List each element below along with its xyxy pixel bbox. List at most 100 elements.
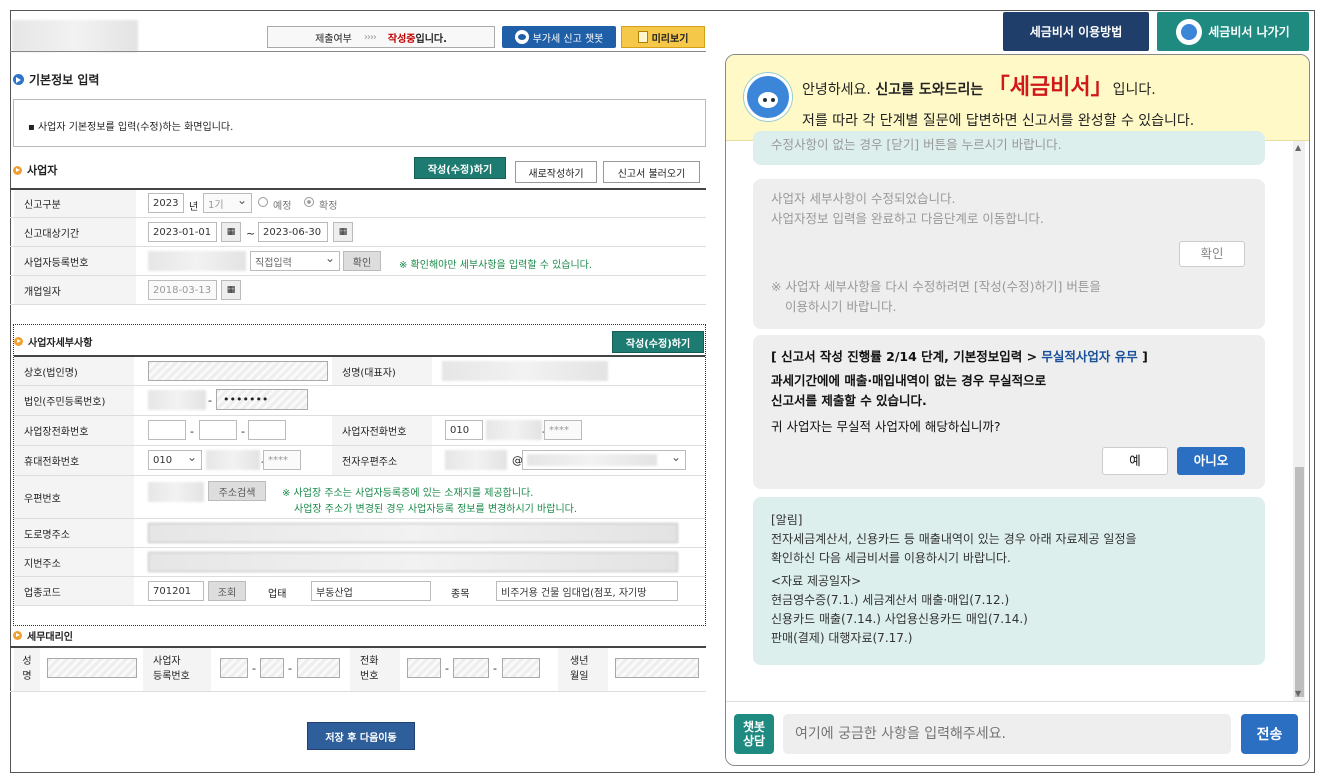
greeting-banner: 안녕하세요. 신고를 도와드리는 「세금비서」입니다. 저를 따라 각 단계별 … [726, 55, 1309, 141]
year-input[interactable]: 2023 [148, 193, 184, 213]
scroll-down-icon[interactable]: ▼ [1295, 689, 1301, 698]
detail-edit-button[interactable]: 작성(수정)하기 [612, 331, 704, 353]
agent-name-input[interactable] [47, 658, 137, 678]
status-value: 작성중 [387, 33, 416, 45]
greeting-line-1: 안녕하세요. 신고를 도와드리는 「세금비서」입니다. [802, 75, 1156, 100]
mascot-icon [744, 73, 792, 121]
top-toolbar: 제출여부 ›››› 작성중입니다. 부가세 신고 챗봇 미리보기 [10, 24, 710, 54]
chatbot-consult-icon[interactable]: 챗봇 상담 [734, 714, 774, 754]
exit-button[interactable]: 세금비서 나가기 [1157, 12, 1309, 51]
save-next-button[interactable]: 저장 후 다음이동 [307, 722, 415, 750]
mobile-prefix-select[interactable]: 010 [148, 450, 202, 470]
bizno-confirm-button[interactable]: 확인 [343, 251, 381, 271]
agent-phone-1[interactable] [407, 658, 441, 678]
arrow-bullet-icon [13, 165, 22, 175]
industry-lookup-button[interactable]: 조회 [208, 581, 246, 601]
agent-row: 성명 사업자 등록번호 - - 전화 번호 - - 생년 월일 [10, 648, 706, 692]
agent-bizno-1[interactable] [220, 658, 248, 678]
lot-address-input[interactable] [148, 552, 678, 572]
agent-name-label: 성명 [14, 648, 40, 691]
submission-status: 제출여부 ›››› 작성중입니다. [267, 26, 495, 48]
agent-birth-input[interactable] [615, 658, 699, 678]
business-detail-section: 사업자세부사항 작성(수정)하기 상호(법인명) 성명(대표자) 법인(주민등록… [13, 324, 706, 626]
chat-question: [ 신고서 작성 진행률 2/14 단계, 기본정보입력 > 무실적사업자 유무… [753, 335, 1265, 489]
open-date-row: 개업일자 2018-03-13 ▦ [10, 276, 706, 305]
bizno-row: 사업자등록번호 직접입력 확인 ※ 확인해야만 세부사항을 입력할 수 있습니다… [10, 247, 706, 276]
corp-id-row: 법인(주민등록번호) - ••••••• [14, 386, 705, 416]
document-icon [637, 31, 648, 43]
basic-info-description: ▪ 사업자 기본정보를 입력(수정)하는 화면입니다. [13, 99, 706, 147]
lot-address-row: 지번주소 [14, 548, 705, 577]
scroll-up-icon[interactable]: ▲ [1295, 143, 1301, 152]
business-item-input[interactable]: 비주거용 건물 임대업(점포, 자기땅 [496, 581, 678, 601]
chat-message: 사업자 세부사항이 수정되었습니다. 사업자정보 입력을 완료하고 다음단계로 … [753, 179, 1265, 329]
shop-phone-2[interactable] [199, 420, 237, 440]
road-address-input[interactable] [148, 523, 678, 543]
start-date-input[interactable]: 2023-01-01 [148, 222, 217, 242]
confirm-button[interactable]: 확인 [1179, 241, 1245, 267]
prelim-radio[interactable] [258, 197, 268, 207]
end-date-input[interactable]: 2023-06-30 [258, 222, 328, 242]
basic-info-title: 기본정보 입력 [13, 71, 99, 88]
corp-id-front[interactable] [148, 390, 206, 410]
agent-phone-2[interactable] [453, 658, 489, 678]
preview-button[interactable]: 미리보기 [621, 26, 705, 48]
agent-phone-3[interactable] [502, 658, 540, 678]
notice-message: [알림] 전자세금계산서, 신용카드 등 매출내역이 있는 경우 아래 자료제공… [753, 497, 1265, 665]
guide-button[interactable]: 세금비서 이용방법 [1003, 12, 1149, 51]
period-row: 신고대상기간 2023-01-01 ▦ ~ 2023-06-30 ▦ [10, 218, 706, 247]
email-id-input[interactable] [445, 450, 507, 470]
calendar-icon[interactable]: ▦ [333, 222, 353, 242]
calendar-icon[interactable]: ▦ [221, 222, 241, 242]
shop-phone-1[interactable] [148, 420, 186, 440]
no-button[interactable]: 아니오 [1177, 447, 1245, 475]
biz-phone-1[interactable]: 010 [445, 420, 483, 440]
agent-birth-label: 생년 월일 [558, 648, 608, 691]
arrow-bullet-icon [13, 631, 22, 640]
greeting-line-2: 저를 따라 각 단계별 질문에 답변하면 신고서를 완성할 수 있습니다. [802, 113, 1195, 129]
mobile-row: 휴대전화번호 010 - **** 전자우편주소 @ [14, 446, 705, 476]
final-radio[interactable] [304, 197, 314, 207]
industry-code-input[interactable]: 701201 [148, 581, 204, 601]
zip-input[interactable] [148, 482, 204, 502]
biz-phone-3[interactable]: **** [544, 420, 582, 440]
send-button[interactable]: 전송 [1241, 714, 1298, 754]
ceo-name-input[interactable] [442, 361, 608, 381]
mobile-2[interactable] [206, 450, 260, 470]
agent-bizno-2[interactable] [260, 658, 284, 678]
period-select[interactable]: 1기 [203, 193, 252, 213]
open-date-input[interactable]: 2018-03-13 [148, 280, 217, 300]
mascot-icon [1176, 18, 1203, 45]
phone-row: 사업장전화번호 - - 사업자전화번호 010 - **** [14, 416, 705, 446]
business-type-input[interactable]: 부동산업 [311, 581, 431, 601]
chat-message: 수정사항이 없는 경우 [닫기] 버튼을 누르시기 바랍니다. [753, 131, 1265, 165]
shop-phone-3[interactable] [248, 420, 286, 440]
business-section-title: 사업자 [13, 162, 57, 178]
agent-phone-label: 전화 번호 [350, 648, 400, 691]
load-report-button[interactable]: 신고서 불러오기 [603, 161, 700, 183]
agent-bizno-3[interactable] [297, 658, 340, 678]
bizno-input-type-select[interactable]: 직접입력 [250, 251, 340, 271]
divider [10, 51, 706, 52]
company-name-input[interactable] [148, 361, 328, 381]
chat-scrollbar[interactable]: ▲ ▼ [1293, 141, 1305, 701]
chatbot-panel: 안녕하세요. 신고를 도와드리는 「세금비서」입니다. 저를 따라 각 단계별 … [725, 54, 1310, 766]
scroll-thumb[interactable] [1295, 467, 1304, 697]
biz-phone-2[interactable] [486, 420, 542, 440]
mobile-3[interactable]: **** [263, 450, 301, 470]
company-row: 상호(법인명) 성명(대표자) [14, 357, 705, 386]
road-address-row: 도로명주소 [14, 519, 705, 548]
vat-chatbot-button[interactable]: 부가세 신고 챗봇 [502, 26, 616, 48]
agent-bizno-label: 사업자 등록번호 [143, 648, 211, 691]
detail-title: 사업자세부사항 [14, 334, 92, 349]
chat-message-input[interactable] [783, 714, 1231, 754]
email-domain-select[interactable] [522, 450, 686, 470]
calendar-icon[interactable]: ▦ [221, 280, 241, 300]
business-edit-button[interactable]: 작성(수정)하기 [414, 157, 506, 179]
agent-title: 세무대리인 [13, 628, 73, 643]
corp-id-back[interactable]: ••••••• [216, 389, 308, 410]
address-search-button[interactable]: 주소검색 [208, 481, 266, 501]
message-list: 수정사항이 없는 경우 [닫기] 버튼을 누르시기 바랍니다. 사업자 세부사항… [753, 131, 1267, 701]
yes-button[interactable]: 예 [1102, 447, 1168, 475]
new-write-button[interactable]: 새로작성하기 [515, 161, 597, 183]
